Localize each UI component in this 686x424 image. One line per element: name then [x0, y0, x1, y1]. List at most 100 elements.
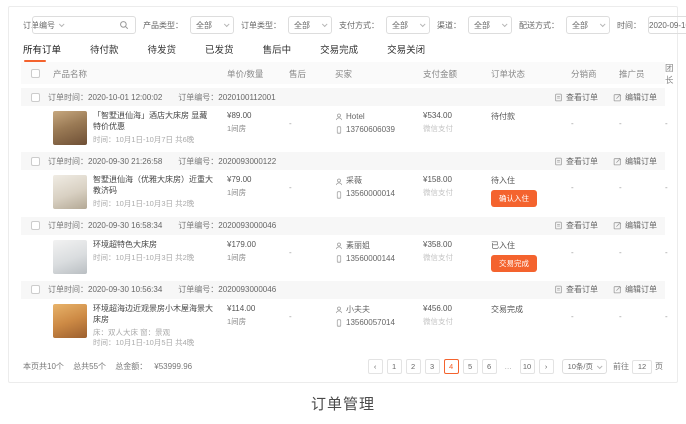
order-no-value: 2020100112001 [218, 93, 275, 102]
order-group: 订单时间： 2020-09-30 10:56:34 订单编号： 20200930… [21, 281, 665, 352]
chevron-down-icon [597, 363, 603, 369]
leader-value: - [665, 111, 668, 128]
filter-label-time: 时间： [617, 20, 641, 31]
page-button-1[interactable]: 1 [387, 359, 402, 374]
document-icon [554, 221, 563, 230]
buyer-name: 素丽姐 [335, 240, 423, 253]
edit-icon [613, 157, 622, 166]
filter-label-order-type: 订单类型： [241, 20, 281, 31]
col-buyer: 买家 [335, 68, 423, 80]
select-value: 全部 [392, 20, 408, 31]
order-group-header: 订单时间： 2020-09-30 10:56:34 订单编号： 20200930… [21, 281, 665, 299]
page-button-10[interactable]: 10 [520, 359, 535, 374]
leader-value: - [665, 240, 668, 257]
tab-0[interactable]: 所有订单 [23, 42, 61, 62]
filter-label-channel: 渠道： [437, 20, 461, 31]
order-type-select[interactable]: 全部 [288, 16, 332, 34]
order-group-header: 订单时间： 2020-10-01 12:00:02 订单编号： 20201001… [21, 88, 665, 106]
edit-order-button[interactable]: 编辑订单 [613, 220, 657, 231]
page-button-3[interactable]: 3 [425, 359, 440, 374]
product-thumbnail [53, 175, 87, 209]
table-header: 产品名称 单价/数量 售后 买家 支付金额 订单状态 分销商 推广员 团长 [21, 62, 665, 84]
tab-2[interactable]: 待发货 [148, 42, 177, 62]
search-field-select[interactable]: 订单编号 [21, 16, 25, 34]
edit-order-button[interactable]: 编辑订单 [613, 156, 657, 167]
product-type-select[interactable]: 全部 [190, 16, 234, 34]
order-row: 「智墅逍仙海」酒店大床房 显藏特价优惠 时间：10月1日-10月7日 共6晚 ¥… [21, 106, 665, 148]
user-icon [335, 113, 343, 121]
channel-select[interactable]: 全部 [468, 16, 512, 34]
phone-icon [335, 126, 343, 134]
page-button-4[interactable]: 4 [444, 359, 459, 374]
edit-order-button[interactable]: 编辑订单 [613, 284, 657, 295]
view-order-button[interactable]: 查看订单 [554, 156, 598, 167]
search-input[interactable] [39, 21, 119, 30]
prev-page-button[interactable]: ‹ [368, 359, 383, 374]
page-button-6[interactable]: 6 [482, 359, 497, 374]
delivery-select[interactable]: 全部 [566, 16, 610, 34]
phone-icon [335, 255, 343, 263]
chevron-down-icon [322, 21, 328, 27]
view-order-button[interactable]: 查看订单 [554, 284, 598, 295]
select-value: 全部 [474, 20, 490, 31]
promoter-value: - [619, 111, 665, 128]
order-row: 智墅逍仙海（优雅大床房）近重大教济码 时间：10月1日-10月3日 共2晚 ¥7… [21, 170, 665, 212]
page-button-5[interactable]: 5 [463, 359, 478, 374]
order-no-value: 2020093000122 [218, 157, 276, 166]
aftersale-value: - [289, 175, 335, 192]
page-size-select[interactable]: 10条/页 [562, 359, 607, 374]
tab-6[interactable]: 交易关闭 [387, 42, 425, 62]
pay-amount: ¥158.00 [423, 175, 491, 184]
chevron-down-icon [600, 21, 606, 27]
buyer-phone: 13560000144 [335, 253, 423, 266]
total-count: 总共55个 [73, 362, 106, 371]
search-icon[interactable] [119, 20, 129, 30]
tab-3[interactable]: 已发货 [205, 42, 234, 62]
order-group-header: 订单时间： 2020-09-30 21:26:58 订单编号： 20200930… [21, 152, 665, 170]
document-icon [554, 157, 563, 166]
product-spec: 床：双人大床 窗：景观 [93, 328, 213, 339]
order-no-value: 2020093000046 [218, 285, 276, 294]
buyer-name: Hotel [335, 111, 423, 124]
select-value: 全部 [196, 20, 212, 31]
filter-bar: 订单编号 产品类型： 全部 订单类型： 全部 支付方式： 全部 渠道： 全部 [21, 15, 665, 35]
pay-amount: ¥534.00 [423, 111, 491, 120]
promoter-value: - [619, 240, 665, 257]
search-box[interactable] [32, 16, 136, 34]
col-leader: 团长 [665, 62, 674, 86]
next-page-button[interactable]: › [539, 359, 554, 374]
tab-4[interactable]: 售后中 [263, 42, 292, 62]
quantity: 1间房 [227, 187, 289, 198]
order-status: 交易完成 [491, 304, 571, 315]
user-icon [335, 178, 343, 186]
status-action-button[interactable]: 交易完成 [491, 255, 537, 272]
order-no-value: 2020093000046 [218, 221, 276, 230]
tab-1[interactable]: 待付款 [90, 42, 119, 62]
view-order-button[interactable]: 查看订单 [554, 92, 598, 103]
buyer-phone: 13760606039 [335, 124, 423, 137]
distributor-value: - [571, 175, 619, 192]
leader-value: - [665, 175, 668, 192]
edit-order-button[interactable]: 编辑订单 [613, 92, 657, 103]
tab-5[interactable]: 交易完成 [320, 42, 358, 62]
quantity: 1间房 [227, 252, 289, 263]
pay-method-select[interactable]: 全部 [386, 16, 430, 34]
edit-icon [613, 93, 622, 102]
filter-label-product-type: 产品类型： [143, 20, 183, 31]
order-checkbox[interactable] [31, 157, 40, 166]
select-value: 全部 [294, 20, 310, 31]
product-thumbnail [53, 111, 87, 145]
edit-icon [613, 285, 622, 294]
order-checkbox[interactable] [31, 221, 40, 230]
page-button-2[interactable]: 2 [406, 359, 421, 374]
select-all-checkbox[interactable] [31, 69, 40, 78]
order-checkbox[interactable] [31, 93, 40, 102]
order-checkbox[interactable] [31, 285, 40, 294]
buyer-phone: 13560057014 [335, 317, 423, 330]
aftersale-value: - [289, 111, 335, 128]
date-start-input[interactable]: 2020-09-10 [648, 16, 686, 34]
status-action-button[interactable]: 确认入住 [491, 190, 537, 207]
view-order-button[interactable]: 查看订单 [554, 220, 598, 231]
order-no-label: 订单编号： [178, 220, 218, 231]
goto-page-input[interactable] [632, 360, 652, 374]
